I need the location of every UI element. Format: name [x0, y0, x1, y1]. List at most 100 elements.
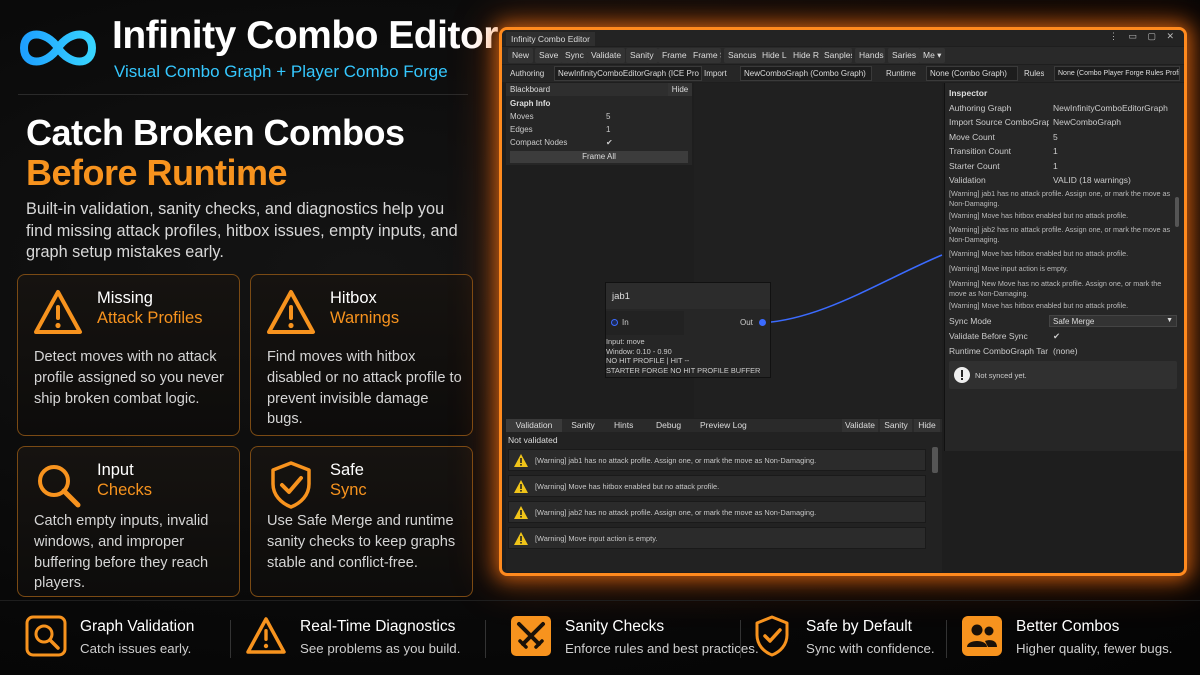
validation-row[interactable]: [Warning] Move input action is empty. — [508, 527, 926, 549]
warning-item: [Warning] Move has hitbox enabled but no… — [949, 301, 1129, 310]
node-details: Input: move Window: 0.10 - 0.90 NO HIT P… — [606, 337, 760, 375]
sync-mode-label: Sync Mode — [949, 316, 992, 326]
card-title-accent: Attack Profiles — [97, 309, 203, 327]
card-missing-attack-profiles: Missing Attack Profiles Detect moves wit… — [17, 274, 240, 436]
console-tabs: Validation Sanity Hints Debug Preview Lo… — [506, 419, 942, 432]
feature-desc: Catch issues early. — [80, 641, 192, 656]
node-tags-line: STARTER FORGE NO HIT PROFILE BUFFER — [606, 365, 761, 375]
output-port-icon[interactable] — [759, 319, 766, 326]
runtime-target-label: Runtime ComboGraph Tar — [949, 346, 1049, 356]
warning-icon — [514, 454, 528, 467]
sanity-button[interactable]: Sanity — [880, 419, 912, 432]
feature-separator — [230, 620, 231, 658]
validation-label: Validation — [949, 175, 986, 185]
validate-before-sync-label: Validate Before Sync — [949, 331, 1028, 341]
card-description: Detect moves with no attack profile assi… — [34, 349, 224, 407]
info-alert-icon — [954, 367, 970, 383]
validation-message: [Warning] jab1 has no attack profile. As… — [535, 456, 817, 465]
tab-sanity[interactable]: Sanity — [568, 419, 598, 432]
authoring-graph-label: Authoring Graph — [949, 103, 1012, 113]
tab-hints[interactable]: Hints — [614, 419, 633, 432]
validation-row[interactable]: [Warning] Move has hitbox enabled but no… — [508, 475, 926, 497]
card-title: Input — [97, 461, 134, 479]
feature-title: Real-Time Diagnostics — [300, 618, 456, 635]
validation-message: [Warning] Move has hitbox enabled but no… — [535, 482, 720, 491]
transition-count-value: 1 — [1053, 146, 1058, 156]
card-description: Catch empty inputs, invalid windows, and… — [34, 513, 209, 592]
feature-desc: Higher quality, fewer bugs. — [1016, 641, 1173, 656]
node-input-line: Input: move — [606, 337, 645, 346]
card-hitbox-warnings: Hitbox Warnings Find moves with hitbox d… — [250, 274, 473, 436]
inspector-scrollbar[interactable] — [1175, 197, 1179, 227]
warning-item: [Warning] Move has hitbox enabled but no… — [949, 211, 1129, 220]
infinity-logo-icon — [19, 30, 97, 66]
card-title: Hitbox — [330, 289, 377, 307]
warning-item: [Warning] jab1 has no attack profile. As… — [949, 189, 1171, 208]
inspector-warning-list[interactable]: [Warning] jab1 has no attack profile. As… — [945, 187, 1183, 311]
card-title: Missing — [97, 289, 153, 307]
feature-desc: Enforce rules and best practices. — [565, 641, 759, 656]
shield-check-icon — [271, 461, 311, 509]
chevron-down-icon: ▼ — [1166, 317, 1173, 324]
move-count-value: 5 — [1053, 132, 1058, 142]
validate-button[interactable]: Validate — [842, 419, 878, 432]
intro-text: Built-in validation, sanity checks, and … — [26, 200, 458, 262]
crossed-swords-icon — [511, 616, 551, 656]
node-title: jab1 — [606, 283, 770, 309]
warning-triangle-icon — [267, 290, 315, 334]
validation-scrollbar[interactable] — [932, 447, 938, 473]
feature-separator — [946, 620, 947, 658]
tab-preview-log[interactable]: Preview Log — [700, 419, 747, 432]
card-title-accent: Checks — [97, 481, 153, 499]
card-input-checks: Input Checks Catch empty inputs, invalid… — [17, 446, 240, 597]
validation-row[interactable]: [Warning] jab2 has no attack profile. As… — [508, 501, 926, 523]
feature-desc: See problems as you build. — [300, 641, 461, 656]
sync-mode-value: Safe Merge — [1053, 317, 1095, 326]
feature-title: Safe by Default — [806, 618, 912, 635]
promo-page: Infinity Combo Editor Visual Combo Graph… — [0, 0, 1200, 675]
feature-title: Graph Validation — [80, 618, 195, 635]
input-port-icon[interactable] — [611, 319, 618, 326]
warning-triangle-icon — [246, 617, 286, 654]
validation-message: [Warning] Move input action is empty. — [535, 534, 658, 543]
warning-icon — [514, 532, 528, 545]
validation-row[interactable]: [Warning] jab1 has no attack profile. As… — [508, 449, 926, 471]
feature-separator — [485, 620, 486, 658]
card-title-accent: Sync — [330, 481, 367, 499]
editor-window: Infinity Combo Editor ⋮ ▭ ▢ ✕ New Save S… — [499, 27, 1187, 576]
sync-mode-dropdown[interactable]: Safe Merge ▼ — [1049, 315, 1177, 327]
inspector-title: Inspector — [949, 88, 988, 98]
card-title-accent: Warnings — [330, 309, 400, 327]
tab-validation[interactable]: Validation — [506, 419, 562, 432]
validation-panel: Not validated [Warning] jab1 has no atta… — [506, 432, 942, 572]
feature-title: Better Combos — [1016, 618, 1120, 635]
graph-node-jab1[interactable]: jab1 In Out Input: move Window: 0.10 - 0… — [605, 282, 771, 378]
tab-debug[interactable]: Debug — [656, 419, 681, 432]
feature-desc: Sync with confidence. — [806, 641, 935, 656]
headline-line2: Before Runtime — [26, 152, 288, 193]
validation-status: Not validated — [508, 435, 558, 445]
move-count-label: Move Count — [949, 132, 995, 142]
authoring-graph-value: NewInfinityComboEditorGraph — [1053, 103, 1168, 113]
warning-item: [Warning] Move input action is empty. — [949, 264, 1069, 273]
divider — [18, 94, 468, 95]
shield-check-icon — [755, 615, 789, 657]
warning-icon — [514, 506, 528, 519]
validate-before-sync-toggle[interactable]: ✔ — [1053, 331, 1060, 342]
validation-value: VALID (18 warnings) — [1053, 175, 1131, 185]
warning-item: [Warning] New Move has no attack profile… — [949, 279, 1162, 298]
inspector-panel: Inspector Authoring Graph NewInfinityCom… — [944, 83, 1184, 451]
input-port-label: In — [622, 318, 629, 327]
runtime-target-value[interactable]: (none) — [1053, 346, 1078, 356]
starter-count-value: 1 — [1053, 161, 1058, 171]
starter-count-label: Starter Count — [949, 161, 1000, 171]
node-window-line: Window: 0.10 - 0.90 — [606, 346, 672, 356]
magnifier-icon — [38, 465, 81, 508]
hide-button[interactable]: Hide — [914, 419, 940, 432]
users-icon — [962, 616, 1002, 656]
card-safe-sync: Safe Sync Use Safe Merge and runtime san… — [250, 446, 473, 597]
feature-separator — [740, 620, 741, 658]
import-source-value: NewComboGraph — [1053, 117, 1122, 127]
validation-message: [Warning] jab2 has no attack profile. As… — [535, 508, 817, 517]
headline-line1: Catch Broken Combos — [26, 112, 405, 153]
